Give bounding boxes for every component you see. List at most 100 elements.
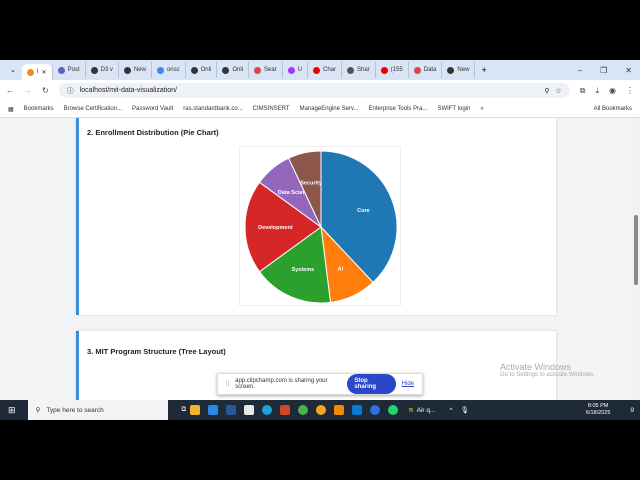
bookmark-item[interactable]: Password Vault [132, 106, 173, 112]
tab-favicon-icon [413, 66, 421, 74]
pie-label: Security [300, 180, 323, 186]
bookmark-item[interactable]: SWIFT login [437, 106, 470, 112]
weather-text[interactable]: Air q... [417, 407, 436, 414]
star-icon[interactable]: ☆ [555, 87, 561, 95]
stop-sharing-button[interactable]: Stop sharing [347, 374, 396, 394]
pie-chart-card: 2. Enrollment Distribution (Pie Chart) C… [76, 118, 556, 315]
minimize-icon[interactable]: – [578, 66, 582, 75]
bookmark-item[interactable]: All Bookmarks [594, 106, 632, 112]
zoom-icon[interactable]: ⚲ [544, 87, 549, 95]
mail-icon[interactable] [208, 405, 219, 415]
browser-tab[interactable]: (155 [376, 62, 409, 78]
chrome-profile-icon[interactable] [316, 405, 327, 415]
profile-avatar[interactable]: ◉ [609, 86, 616, 95]
browser-tab[interactable]: New [442, 62, 476, 78]
date: 6/18/2025 [585, 410, 611, 416]
site-info-icon[interactable]: ⓘ [67, 86, 74, 96]
section-title: 3. MIT Program Structure (Tree Layout) [87, 347, 226, 356]
close-tab-icon[interactable]: ✕ [42, 69, 47, 76]
new-tab-button[interactable]: + [475, 65, 492, 75]
browser-tab[interactable]: U [283, 62, 309, 78]
browser-tab[interactable]: New [119, 62, 152, 78]
reload-icon[interactable]: ↻ [42, 86, 49, 95]
pie-chart-container: Core AI Systems Development Data Scien Securi… [239, 146, 401, 306]
scrollbar[interactable] [632, 118, 640, 400]
drag-handle-icon[interactable]: || [226, 381, 229, 387]
browser-tab[interactable]: onsc [152, 62, 186, 78]
bookmark-item[interactable]: CIMSINSERT [253, 106, 290, 112]
whatsapp-icon[interactable] [388, 405, 399, 415]
browser-tab[interactable]: Char [308, 62, 343, 78]
url-input[interactable]: ⓘ localhost/mit-data-visualization/ ⚲ ☆ [58, 83, 570, 98]
tab-label: (155 [390, 67, 403, 73]
tab-label: D3 v [100, 67, 113, 73]
bookmark-item[interactable]: » [480, 106, 483, 112]
clock[interactable]: 8:05 PM 6/18/2025 [586, 403, 630, 417]
tab-favicon-icon [347, 66, 355, 74]
tab-label: New [457, 67, 470, 73]
address-bar-row: ← → ↻ ⓘ localhost/mit-data-visualization/… [0, 80, 640, 101]
apps-icon[interactable]: ▦ [8, 106, 14, 113]
menu-icon[interactable]: ⋮ [626, 86, 634, 95]
hide-link[interactable]: Hide [402, 381, 414, 387]
taskbar: ⊞ ⚲ Type here to search ⧉ ≋ Air q... ^ 🎙 … [0, 400, 640, 420]
file-explorer-icon[interactable] [190, 405, 201, 415]
tab-label: Data [423, 67, 437, 73]
tray-chevron-icon[interactable]: ^ [449, 407, 452, 414]
bookmark-item[interactable]: Browse Certification... [64, 106, 122, 112]
restore-icon[interactable]: ❐ [600, 66, 607, 75]
tab-label: U [297, 67, 303, 73]
browser-tab[interactable]: I ✕ [21, 64, 53, 80]
pie-label: Systems [292, 267, 315, 273]
bookmark-item[interactable]: Bookmarks [24, 106, 54, 112]
watermark-subtitle: Go to Settings to activate Windows. [500, 372, 595, 378]
tab-favicon-icon [57, 66, 65, 74]
forward-icon[interactable]: → [24, 86, 32, 95]
share-message: app.clipchamp.com is sharing your screen… [235, 378, 328, 390]
notifications-icon[interactable]: 9 [630, 407, 640, 414]
word-icon[interactable] [226, 405, 237, 415]
back-icon[interactable]: ← [6, 86, 14, 95]
tab-favicon-icon [222, 66, 230, 74]
browser-tab[interactable]: D3 v [86, 62, 119, 78]
xampp-icon[interactable] [334, 405, 345, 415]
download-icon[interactable]: ⤓ [595, 86, 599, 96]
bookmark-item[interactable]: Enterprise Tools Pra... [369, 106, 428, 112]
mic-icon[interactable]: 🎙 [461, 406, 469, 414]
tab-favicon-icon [380, 66, 388, 74]
powerpoint-icon[interactable] [280, 405, 291, 415]
browser-tab[interactable]: Data [409, 62, 443, 78]
tab-favicon-icon [90, 66, 98, 74]
bookmark-item[interactable]: ras.standardbank.co... [183, 106, 242, 112]
tab-favicon-icon [156, 66, 164, 74]
taskbar-search[interactable]: ⚲ Type here to search [27, 400, 168, 420]
browser-tab[interactable]: Sear [249, 62, 283, 78]
tab-label: Post [67, 67, 80, 73]
time: 8:05 PM [587, 403, 609, 409]
tab-search-button[interactable]: ⌄ [4, 66, 22, 74]
browser-tab[interactable]: Shar [342, 62, 376, 78]
tab-favicon-icon [313, 66, 321, 74]
tab-favicon-icon [447, 66, 455, 74]
tab-label: New [133, 67, 146, 73]
scrollbar-thumb[interactable] [634, 215, 638, 285]
tab-label: I [36, 69, 39, 75]
bookmark-item[interactable]: ManageEngine Serv... [300, 106, 359, 112]
chrome-icon[interactable] [298, 405, 309, 415]
extensions-icon[interactable]: ⧉ [580, 86, 586, 96]
browser-tab[interactable]: Onli [217, 62, 249, 78]
screen-share-bar: || app.clipchamp.com is sharing your scr… [217, 373, 423, 395]
tab-label: Onli [232, 67, 243, 73]
close-window-icon[interactable]: ✕ [625, 66, 632, 75]
tab-label: Shar [357, 67, 370, 73]
windows-start-icon[interactable]: ⊞ [0, 405, 24, 416]
weather-icon: ≋ [408, 407, 414, 414]
vscode-icon[interactable] [352, 405, 363, 415]
app-icon[interactable] [370, 405, 381, 415]
task-view-icon[interactable]: ⧉ [182, 406, 187, 414]
store-icon[interactable] [244, 405, 255, 415]
edge-icon[interactable] [262, 405, 273, 415]
browser-tab[interactable]: Post [53, 62, 86, 78]
pie-label: Data Scien [278, 190, 307, 196]
browser-tab[interactable]: Onli [186, 62, 218, 78]
